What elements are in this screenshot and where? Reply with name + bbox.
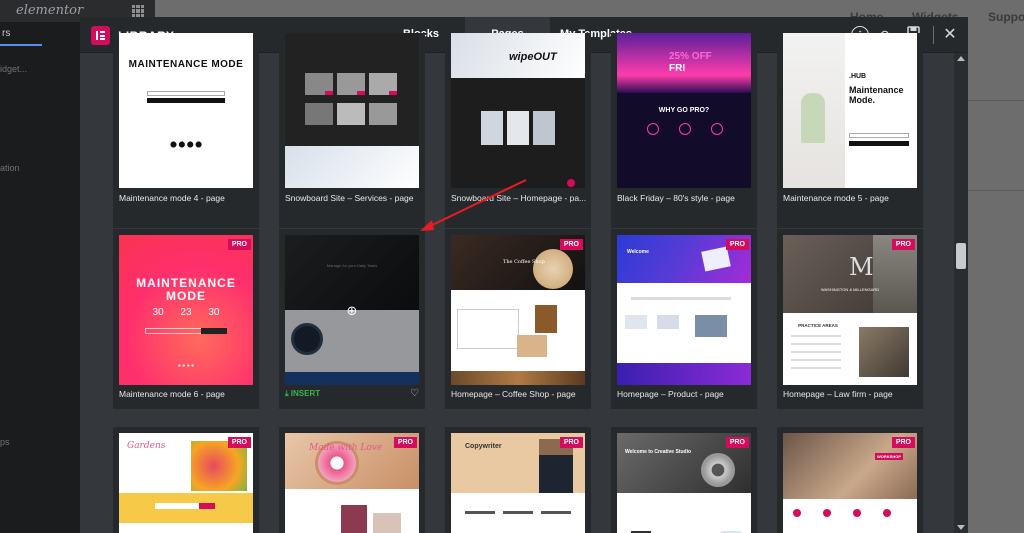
heart-icon[interactable]: ♡ [410, 388, 419, 399]
bg-nav-support: Suppo [988, 10, 1024, 24]
template-card[interactable]: wipeOUT Snowboard Site – Homepage - pa..… [445, 33, 591, 228]
editor-tab: rs [0, 22, 42, 46]
pro-badge: PRO [725, 437, 749, 448]
pro-badge: PRO [891, 239, 915, 250]
pro-badge: PRO [227, 239, 251, 250]
template-thumbnail[interactable]: Made with Love [285, 433, 419, 533]
insert-row: ⤓ INSERT ♡ [285, 388, 419, 401]
pro-badge: PRO [559, 437, 583, 448]
template-label: Homepage – Law firm - page [783, 389, 893, 399]
pro-badge: PRO [227, 437, 251, 448]
pro-badge: PRO [559, 239, 583, 250]
template-card[interactable]: PRO Gardens [113, 427, 259, 533]
editor-text: ps [0, 437, 10, 447]
template-label: Snowboard Site – Services - page [285, 193, 414, 203]
template-thumbnail[interactable]: WORKSHOP [783, 433, 917, 533]
library-modal: LIBRARY Blocks Pages My Templates ↑ ⟳ ✕ … [80, 17, 968, 533]
template-card[interactable]: PRO Made with Love [279, 427, 425, 533]
pro-badge: PRO [725, 239, 749, 250]
template-thumbnail[interactable]: Manage for your Daily Tasks ⊕ [285, 235, 419, 385]
template-thumbnail[interactable]: MAINTENANCE MODE ⬤ ⬤ ⬤ ⬤ [119, 33, 253, 188]
template-label: Maintenance mode 6 - page [119, 389, 225, 399]
template-label: Snowboard Site – Homepage - pa... [451, 193, 587, 203]
template-card[interactable]: PRO MAINTENANCE MODE 30 23 30 ● ● ● ● Ma… [113, 229, 259, 409]
editor-text: ation [0, 163, 20, 173]
template-label: Black Friday – 80's style - page [617, 193, 735, 203]
template-label: Homepage – Coffee Shop - page [451, 389, 576, 399]
template-label: Homepage – Product - page [617, 389, 724, 399]
scrollbar[interactable] [954, 53, 968, 533]
template-thumbnail[interactable] [285, 33, 419, 188]
pro-badge: PRO [393, 437, 417, 448]
template-thumbnail[interactable]: The Coffee Shop [451, 235, 585, 385]
editor-text: idget... [0, 64, 28, 74]
bg-divider [968, 100, 1024, 101]
template-thumbnail[interactable]: MAINTENANCE MODE 30 23 30 ● ● ● ● [119, 235, 253, 385]
template-thumbnail[interactable]: Gardens [119, 433, 253, 533]
template-card[interactable]: 25% OFF FRI WHY GO PRO? Black Friday – 8… [611, 33, 757, 228]
scroll-up-icon[interactable] [957, 56, 965, 61]
template-grid: MAINTENANCE MODE ⬤ ⬤ ⬤ ⬤ Maintenance mod… [80, 33, 954, 533]
template-label: Maintenance mode 4 - page [119, 193, 225, 203]
template-thumbnail[interactable]: Welcome to Creative Studio [617, 433, 751, 533]
template-card[interactable]: PRO The Coffee Shop Homepage – Coffee Sh… [445, 229, 591, 409]
template-thumbnail[interactable]: M WASHINGTON & MILLENGARD PRACTICE AREAS [783, 235, 917, 385]
template-card[interactable]: PRO M WASHINGTON & MILLENGARD PRACTICE A… [777, 229, 923, 409]
template-thumbnail[interactable]: 25% OFF FRI WHY GO PRO? [617, 33, 751, 188]
zoom-icon[interactable]: ⊕ [344, 303, 360, 319]
template-thumbnail[interactable]: Welcome [617, 235, 751, 385]
scroll-thumb[interactable] [956, 243, 966, 269]
close-icon[interactable]: ✕ [941, 26, 959, 44]
template-card[interactable]: PRO WORKSHOP [777, 427, 923, 533]
scroll-down-icon[interactable] [957, 525, 965, 530]
template-card-hovered[interactable]: Manage for your Daily Tasks ⊕ ⤓ INSERT ♡ [279, 229, 425, 409]
header-separator [933, 26, 934, 44]
grid-menu-icon [132, 5, 144, 17]
insert-button[interactable]: ⤓ INSERT [285, 389, 320, 399]
template-thumbnail[interactable]: Copywriter [451, 433, 585, 533]
template-card[interactable]: PRO Welcome Homepage – Product - page [611, 229, 757, 409]
template-thumbnail[interactable]: .HUB Maintenance Mode. [783, 33, 917, 188]
bg-divider [968, 190, 1024, 191]
template-card[interactable]: .HUB Maintenance Mode. Maintenance mode … [777, 33, 923, 228]
template-label: Maintenance mode 5 - page [783, 193, 889, 203]
template-card[interactable]: PRO Copywriter [445, 427, 591, 533]
elementor-icon [91, 26, 110, 45]
template-card[interactable]: PRO Welcome to Creative Studio [611, 427, 757, 533]
elementor-logo: elementor [16, 3, 84, 18]
template-card[interactable]: Snowboard Site – Services - page [279, 33, 425, 228]
pro-badge: PRO [891, 437, 915, 448]
template-card[interactable]: MAINTENANCE MODE ⬤ ⬤ ⬤ ⬤ Maintenance mod… [113, 33, 259, 228]
template-thumbnail[interactable]: wipeOUT [451, 33, 585, 188]
